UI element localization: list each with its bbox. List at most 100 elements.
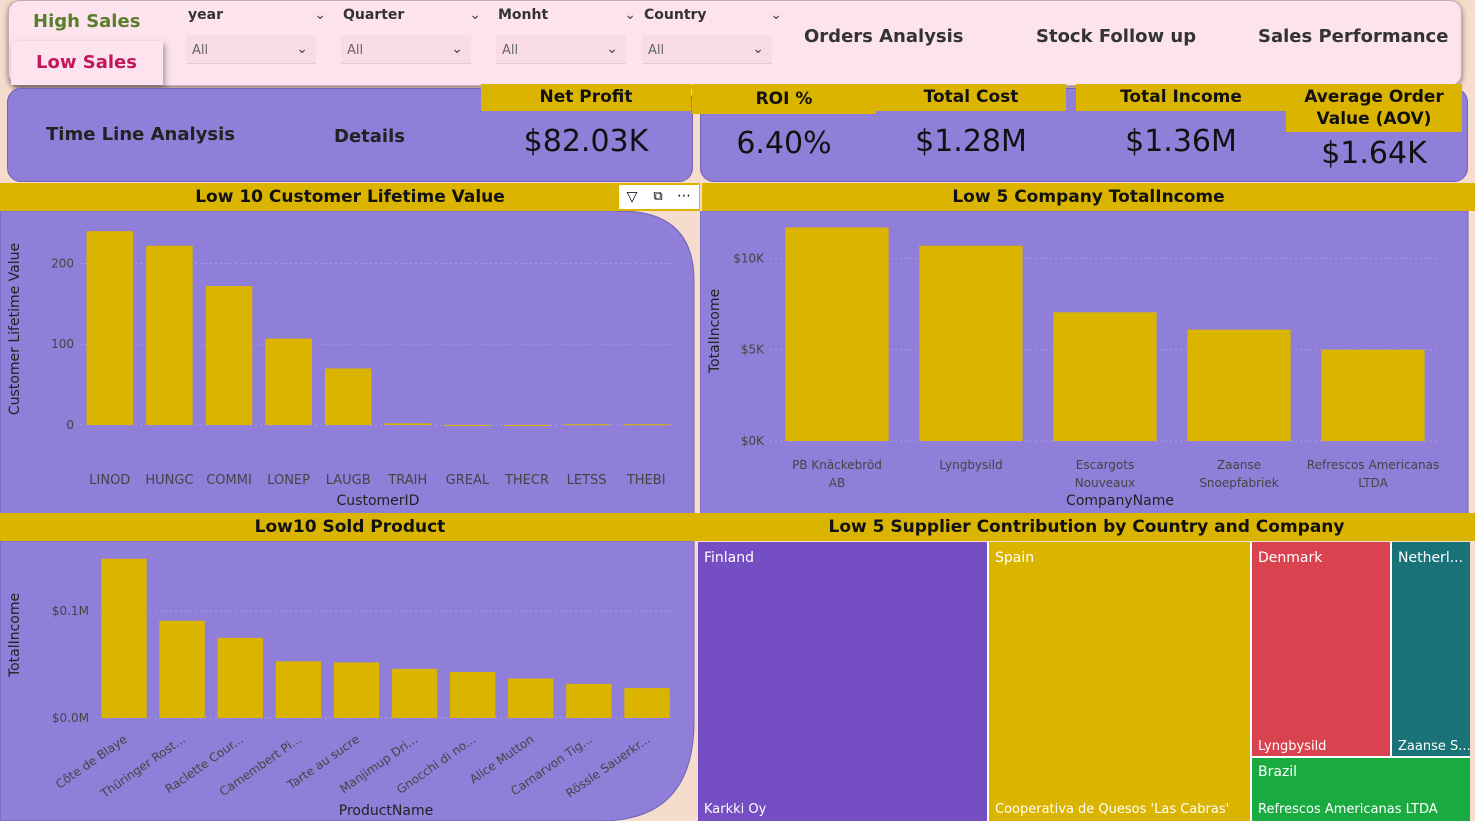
x-tick-label: LINOD bbox=[89, 473, 130, 488]
chevron-down-icon[interactable]: ⌄ bbox=[314, 7, 326, 23]
chevron-down-icon[interactable]: ⌄ bbox=[770, 7, 782, 23]
x-tick-label: LETSS bbox=[567, 473, 607, 488]
y-tick-label: $0.0M bbox=[52, 711, 89, 725]
treemap-tile-brazil[interactable]: Brazil Refrescos Americanas LTDA bbox=[1252, 758, 1470, 821]
year-dropdown[interactable]: All ⌄ bbox=[186, 35, 316, 64]
chevron-down-icon[interactable]: ⌄ bbox=[752, 41, 764, 57]
aov-value: $1.64K bbox=[1321, 136, 1427, 171]
treemap-company-label: Zaanse S... bbox=[1398, 739, 1470, 754]
treemap-country-label: Finland bbox=[704, 550, 755, 566]
top-navigation-bar: High Sales Low Sales year ⌄ All ⌄ Quarte… bbox=[8, 0, 1462, 86]
year-slicer[interactable]: year ⌄ All ⌄ bbox=[186, 1, 326, 71]
treemap-tile-spain[interactable]: Spain Cooperativa de Quesos 'Las Cabras' bbox=[989, 542, 1250, 821]
quarter-dropdown[interactable]: All ⌄ bbox=[341, 35, 471, 64]
bar bbox=[275, 661, 322, 718]
x-tick-label: Snoepfabriek bbox=[1199, 476, 1278, 490]
slicer-value: All bbox=[648, 43, 665, 58]
chevron-down-icon[interactable]: ⌄ bbox=[469, 7, 481, 23]
customer-lifetime-value-chart: 0 100 200 LINOD HUNGC COMMI LONEP LAUGB TRAIH GRE… bbox=[0, 211, 695, 515]
supplier-treemap: Finland Karkki Oy Spain Cooperativa de Q… bbox=[698, 542, 1470, 821]
treemap-country-label: Spain bbox=[995, 550, 1035, 566]
country-slicer[interactable]: Country ⌄ All ⌄ bbox=[642, 1, 782, 71]
slicer-value: All bbox=[192, 43, 209, 58]
visual-header-toolbar: ▽ ⧉ ⋯ bbox=[619, 185, 699, 209]
net-profit-value: $82.03K bbox=[523, 124, 649, 159]
treemap-company-label: Cooperativa de Quesos 'Las Cabras' bbox=[995, 802, 1230, 817]
y-tick-label: 100 bbox=[51, 337, 74, 351]
treemap-tile-denmark[interactable]: Denmark Lyngbysild bbox=[1252, 542, 1390, 756]
total-income-label: Total Income bbox=[1076, 84, 1286, 111]
y-tick-label: $0K bbox=[741, 434, 765, 448]
slicer-label: Quarter bbox=[343, 7, 405, 23]
treemap-country-label: Denmark bbox=[1258, 550, 1323, 566]
treemap-tile-finland[interactable]: Finland Karkki Oy bbox=[698, 542, 987, 821]
quarter-slicer[interactable]: Quarter ⌄ All ⌄ bbox=[341, 1, 481, 71]
y-tick-label: 0 bbox=[66, 418, 74, 432]
y-tick-label: 200 bbox=[51, 256, 74, 270]
bar bbox=[785, 227, 889, 441]
x-tick-label: LTDA bbox=[1358, 476, 1388, 490]
chart-title: Low10 Sold Product bbox=[0, 513, 700, 541]
bar bbox=[1187, 329, 1291, 441]
x-tick-label: THEBI bbox=[626, 473, 666, 488]
chevron-down-icon[interactable]: ⌄ bbox=[296, 41, 308, 57]
bar bbox=[622, 424, 670, 426]
bar bbox=[563, 424, 610, 426]
treemap-company-label: Refrescos Americanas LTDA bbox=[1258, 802, 1438, 817]
sales-performance-button[interactable]: Sales Performance bbox=[1258, 26, 1448, 47]
y-axis-title: TotalIncome bbox=[7, 593, 23, 678]
month-dropdown[interactable]: All ⌄ bbox=[496, 35, 626, 64]
x-tick-label: Zaanse bbox=[1217, 458, 1261, 472]
bar bbox=[449, 672, 496, 718]
x-tick-label: LAUGB bbox=[326, 473, 371, 488]
slicer-label: year bbox=[188, 7, 223, 23]
treemap-country-label: Netherl... bbox=[1398, 550, 1464, 566]
bar bbox=[333, 662, 380, 718]
x-tick-label: Refrescos Americanas bbox=[1307, 458, 1439, 472]
total-cost-value: $1.28M bbox=[915, 124, 1027, 159]
bar bbox=[384, 423, 432, 425]
y-axis-title: Customer Lifetime Value bbox=[7, 243, 23, 415]
sold-product-chart: $0.0M$0.1MCôte de BlayeThüringer Rost...… bbox=[0, 541, 695, 821]
chart-title: Low 5 Company TotalIncome bbox=[702, 183, 1475, 211]
x-axis-title: ProductName bbox=[339, 803, 433, 819]
x-tick-label: COMMI bbox=[206, 473, 252, 488]
treemap-tile-netherlands[interactable]: Netherl... Zaanse S... bbox=[1392, 542, 1470, 756]
orders-analysis-button[interactable]: Orders Analysis bbox=[804, 26, 964, 47]
chevron-down-icon[interactable]: ⌄ bbox=[451, 41, 463, 57]
bar bbox=[566, 683, 612, 718]
treemap-company-label: Karkki Oy bbox=[704, 802, 767, 817]
x-tick-label: GREAL bbox=[446, 473, 490, 488]
high-sales-button[interactable]: High Sales bbox=[11, 3, 161, 41]
stock-follow-up-button[interactable]: Stock Follow up bbox=[1036, 26, 1196, 47]
bar bbox=[1053, 312, 1157, 441]
y-tick-label: $10K bbox=[733, 251, 765, 265]
chart-title: Low 10 Customer Lifetime Value bbox=[0, 183, 700, 211]
filter-icon[interactable]: ▽ bbox=[619, 185, 645, 209]
x-tick-label: Lyngbysild bbox=[939, 458, 1002, 472]
focus-mode-icon[interactable]: ⧉ bbox=[645, 185, 671, 209]
timeline-analysis-button[interactable]: Time Line Analysis bbox=[46, 124, 235, 145]
slicer-value: All bbox=[347, 43, 364, 58]
bar bbox=[444, 425, 491, 426]
bar bbox=[86, 231, 134, 425]
chart-title: Low 5 Supplier Contribution by Country a… bbox=[698, 513, 1475, 541]
total-income-value: $1.36M bbox=[1125, 124, 1237, 159]
x-tick-label: PB Knäckebröd bbox=[792, 458, 882, 472]
details-button[interactable]: Details bbox=[334, 126, 405, 147]
low-sales-button[interactable]: Low Sales bbox=[11, 41, 163, 85]
chevron-down-icon[interactable]: ⌄ bbox=[624, 7, 636, 23]
total-cost-label: Total Cost bbox=[876, 84, 1066, 111]
month-slicer[interactable]: Monht ⌄ All ⌄ bbox=[496, 1, 636, 71]
more-options-icon[interactable]: ⋯ bbox=[671, 185, 697, 209]
y-tick-label: $5K bbox=[741, 343, 765, 357]
roi-label: ROI % bbox=[692, 84, 876, 114]
chevron-down-icon[interactable]: ⌄ bbox=[606, 41, 618, 57]
aov-label: Average Order Value (AOV) bbox=[1286, 84, 1462, 132]
country-dropdown[interactable]: All ⌄ bbox=[642, 35, 772, 64]
net-profit-label: Net Profit bbox=[481, 84, 691, 111]
bar bbox=[508, 678, 554, 718]
x-tick-label: HUNGC bbox=[145, 473, 193, 488]
y-tick-label: $0.1M bbox=[52, 604, 89, 618]
bar bbox=[146, 245, 193, 425]
